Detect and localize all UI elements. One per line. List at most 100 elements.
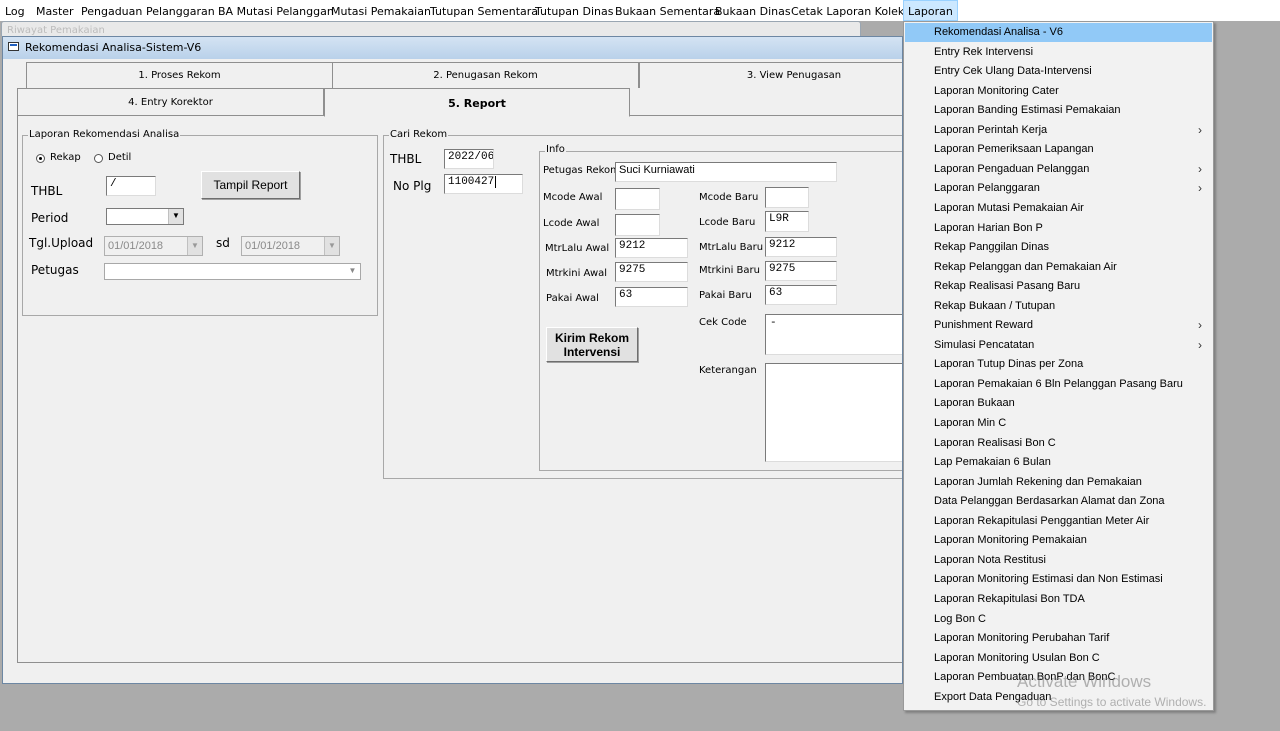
menu-bukaan-dinas[interactable]: Bukaan Dinas xyxy=(715,0,791,21)
laporan-menu-item[interactable]: Laporan Monitoring Perubahan Tarif xyxy=(905,629,1212,648)
menu-ba-mutasi-pelanggan[interactable]: BA Mutasi Pelanggan xyxy=(218,0,334,21)
tab-penugasan-rekom[interactable]: 2. Penugasan Rekom xyxy=(332,62,639,88)
menu-tutupan-dinas[interactable]: Tutupan Dinas xyxy=(535,0,613,21)
kirim-rekom-button-line1: Kirim Rekom xyxy=(554,331,630,345)
menu-pengaduan[interactable]: Pengaduan xyxy=(81,0,142,21)
laporan-menu-item[interactable]: Laporan Monitoring Cater xyxy=(905,82,1212,101)
laporan-menu-item[interactable]: Laporan Monitoring Pemakaian xyxy=(905,531,1212,550)
laporan-menu-item[interactable]: Rekap Panggilan Dinas xyxy=(905,238,1212,257)
report-thbl-input[interactable]: / xyxy=(106,176,156,196)
menu-cetak-laporan-kolektif[interactable]: Cetak Laporan Kolektif xyxy=(791,0,916,21)
laporan-menu-item[interactable]: Data Pelanggan Berdasarkan Alamat dan Zo… xyxy=(905,492,1212,511)
laporan-menu-item-label: Entry Cek Ulang Data-Intervensi xyxy=(934,65,1092,78)
menu-mutasi-pemakaian[interactable]: Mutasi Pemakaian xyxy=(331,0,431,21)
laporan-menu-item-label: Laporan Min C xyxy=(934,417,1007,429)
chevron-down-icon: ▼ xyxy=(324,237,339,255)
laporan-menu-item-label: Log Bon C xyxy=(934,612,986,625)
main-window: Rekomendasi Analisa-Sistem-V6 1. Proses … xyxy=(2,36,903,684)
laporan-menu-item-label: Laporan Monitoring Pemakaian xyxy=(934,534,1087,547)
laporan-menu-item[interactable]: Lap Pemakaian 6 Bulan xyxy=(905,453,1212,472)
laporan-menu-item[interactable]: Laporan Pemakaian 6 Bln Pelanggan Pasang… xyxy=(905,375,1212,394)
background-window[interactable]: Riwayat Pemakaian xyxy=(1,21,861,36)
laporan-menu-item-label: Laporan Mutasi Pemakaian Air xyxy=(934,201,1084,214)
cari-thbl-input[interactable]: 2022/06 xyxy=(444,149,494,169)
laporan-menu-item[interactable]: Rekap Bukaan / Tutupan xyxy=(905,297,1212,316)
laporan-menu-item-label: Laporan Monitoring Usulan Bon C xyxy=(934,651,1100,664)
noplg-input[interactable]: 1100427 xyxy=(444,174,523,194)
laporan-menu-item[interactable]: Entry Cek Ulang Data-Intervensi xyxy=(905,62,1212,81)
pakai-awal-field[interactable]: 63 xyxy=(615,287,688,307)
laporan-menu-item[interactable]: Laporan Rekapitulasi Penggantian Meter A… xyxy=(905,512,1212,531)
radio-detil[interactable] xyxy=(94,154,103,163)
window-titlebar[interactable]: Rekomendasi Analisa-Sistem-V6 xyxy=(3,37,902,59)
mcode-baru-field[interactable] xyxy=(765,187,809,208)
mtrkini-baru-field[interactable]: 9275 xyxy=(765,261,837,281)
menu-bukaan-sementara[interactable]: Bukaan Sementara xyxy=(615,0,720,21)
mcode-awal-field[interactable] xyxy=(615,188,660,210)
tab-entry-korektor[interactable]: 4. Entry Korektor xyxy=(17,88,324,115)
laporan-menu-item[interactable]: Laporan Tutup Dinas per Zona xyxy=(905,355,1212,374)
mtrlalu-awal-field[interactable]: 9212 xyxy=(615,238,688,258)
tab-proses-rekom[interactable]: 1. Proses Rekom xyxy=(26,62,333,88)
tampil-report-button[interactable]: Tampil Report xyxy=(201,171,300,199)
laporan-menu-item[interactable]: Laporan Pelanggaran › xyxy=(905,179,1212,198)
laporan-menu-item-label: Laporan Banding Estimasi Pemakaian xyxy=(934,104,1121,117)
laporan-menu-item[interactable]: Laporan Min C xyxy=(905,414,1212,433)
laporan-menu-item[interactable]: Laporan Banding Estimasi Pemakaian xyxy=(905,101,1212,120)
laporan-menu-item[interactable]: Rekap Pelanggan dan Pemakaian Air xyxy=(905,258,1212,277)
laporan-menu-item-label: Laporan Pemakaian 6 Bln Pelanggan Pasang… xyxy=(934,377,1183,390)
menu-pelanggaran[interactable]: Pelanggaran xyxy=(146,0,215,21)
cek-code-field[interactable]: - xyxy=(765,314,902,355)
keterangan-field[interactable] xyxy=(765,363,902,462)
laporan-menu-item[interactable]: Laporan Nota Restitusi xyxy=(905,551,1212,570)
keterangan-label: Keterangan xyxy=(699,365,757,376)
chevron-down-icon[interactable]: ▼ xyxy=(168,209,183,224)
tab-view-penugasan[interactable]: 3. View Penugasan xyxy=(639,62,902,88)
menu-laporan[interactable]: Laporan xyxy=(903,0,958,21)
menu-master[interactable]: Master xyxy=(36,0,74,21)
laporan-menu-item-label: Laporan Monitoring Estimasi dan Non Esti… xyxy=(934,573,1163,586)
cari-rekom-group-title: Cari Rekom xyxy=(389,129,449,140)
mtrlalu-baru-field[interactable]: 9212 xyxy=(765,237,837,257)
laporan-menu-item[interactable]: Laporan Bukaan xyxy=(905,394,1212,413)
tab-report[interactable]: 5. Report xyxy=(324,88,630,117)
lcode-awal-field[interactable] xyxy=(615,214,660,236)
laporan-menu-item[interactable]: Rekomendasi Analisa - V6 xyxy=(905,23,1212,42)
report-group-title: Laporan Rekomendasi Analisa xyxy=(28,129,181,140)
menu-log[interactable]: Log xyxy=(5,0,25,21)
menu-tutupan-sementara[interactable]: Tutupan Sementara xyxy=(430,0,538,21)
window-title: Rekomendasi Analisa-Sistem-V6 xyxy=(25,41,202,54)
laporan-menu-item[interactable]: Laporan Monitoring Usulan Bon C xyxy=(905,649,1212,668)
laporan-menu-item-label: Laporan Perintah Kerja xyxy=(934,123,1048,136)
pakai-awal-label: Pakai Awal xyxy=(546,293,599,304)
laporan-menu-item[interactable]: Punishment Reward › xyxy=(905,316,1212,335)
pakai-baru-field[interactable]: 63 xyxy=(765,285,837,305)
chevron-down-icon[interactable]: ▼ xyxy=(345,264,360,279)
laporan-menu-item-label: Laporan Tutup Dinas per Zona xyxy=(934,358,1084,371)
laporan-menu-item[interactable]: Simulasi Pencatatan › xyxy=(905,336,1212,355)
lcode-baru-label: Lcode Baru xyxy=(699,217,756,228)
mtrkini-awal-label: Mtrkini Awal xyxy=(546,268,608,279)
laporan-menu-item[interactable]: Laporan Pemeriksaan Lapangan xyxy=(905,140,1212,159)
laporan-menu-item[interactable]: Laporan Rekapitulasi Bon TDA xyxy=(905,590,1212,609)
laporan-menu-item[interactable]: Laporan Realisasi Bon C xyxy=(905,434,1212,453)
lcode-baru-field[interactable]: L9R xyxy=(765,211,809,232)
laporan-menu-item[interactable]: Laporan Monitoring Estimasi dan Non Esti… xyxy=(905,570,1212,589)
petugas-select[interactable]: ▼ xyxy=(104,263,361,280)
laporan-menu-item[interactable]: Log Bon C xyxy=(905,610,1212,629)
laporan-menu-item[interactable]: Laporan Jumlah Rekening dan Pemakaian xyxy=(905,473,1212,492)
laporan-menu-item[interactable]: Laporan Harian Bon P xyxy=(905,219,1212,238)
laporan-menu-item[interactable]: Laporan Perintah Kerja › xyxy=(905,121,1212,140)
chevron-down-icon: ▼ xyxy=(187,237,202,255)
radio-rekap[interactable] xyxy=(36,154,45,163)
mtrlalu-baru-label: MtrLalu Baru xyxy=(699,242,764,253)
mtrkini-awal-field[interactable]: 9275 xyxy=(615,262,688,282)
laporan-menu-item[interactable]: Laporan Pengaduan Pelanggan › xyxy=(905,160,1212,179)
laporan-menu-item[interactable]: Laporan Mutasi Pemakaian Air xyxy=(905,199,1212,218)
petugas-rekom-field[interactable]: Suci Kurniawati xyxy=(615,162,837,182)
laporan-menu-item[interactable]: Entry Rek Intervensi xyxy=(905,43,1212,62)
period-select[interactable]: ▼ xyxy=(106,208,184,225)
laporan-menu-item[interactable]: Rekap Realisasi Pasang Baru xyxy=(905,277,1212,296)
kirim-rekom-button[interactable]: Kirim Rekom Intervensi xyxy=(546,327,638,362)
tgl-upload-from-picker: 01/01/2018 ▼ xyxy=(104,236,203,256)
